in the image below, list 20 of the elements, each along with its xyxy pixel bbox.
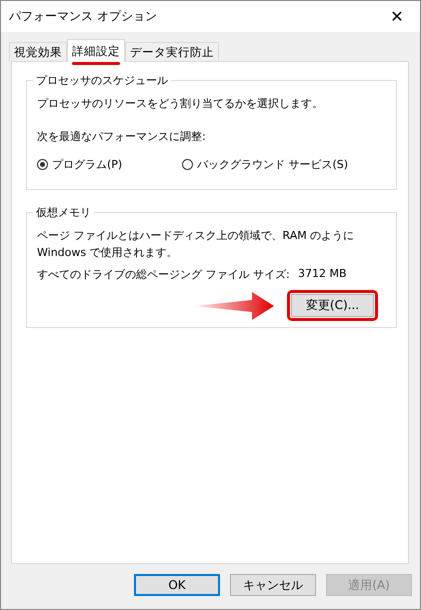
highlight-underline xyxy=(72,62,120,65)
group-title: プロセッサのスケジュール xyxy=(33,73,171,88)
tab[interactable]: データ実行防止 xyxy=(125,42,219,61)
adjust-label: 次を最適なパフォーマンスに調整: xyxy=(37,129,207,145)
close-button[interactable]: ✕ xyxy=(374,1,420,32)
radio-button-icon[interactable] xyxy=(182,159,193,170)
tab[interactable]: 詳細設定 xyxy=(67,39,125,62)
size-value: 3712 MB xyxy=(298,267,347,282)
window-title: パフォーマンス オプション xyxy=(9,8,157,25)
dialog-button[interactable]: OK xyxy=(134,574,220,596)
arrow-icon xyxy=(194,292,274,320)
radio-option[interactable]: プログラム(P) xyxy=(37,157,182,172)
description-text: プロセッサのリソースをどう割り当てるかを選択します。 xyxy=(37,96,324,112)
size-label: すべてのドライブの総ページング ファイル サイズ: xyxy=(37,267,291,282)
description-text: ページ ファイルとはハードディスク上の領域で、RAM のように Windows で使用されます。 xyxy=(37,228,356,261)
tab[interactable]: 視覚効果 xyxy=(9,42,67,61)
dialog-button[interactable]: キャンセル xyxy=(230,574,316,596)
group-title: 仮想メモリ xyxy=(33,205,94,220)
radio-button-icon[interactable] xyxy=(37,159,48,170)
radio-option[interactable]: バックグラウンド サービス(S) xyxy=(182,157,348,172)
